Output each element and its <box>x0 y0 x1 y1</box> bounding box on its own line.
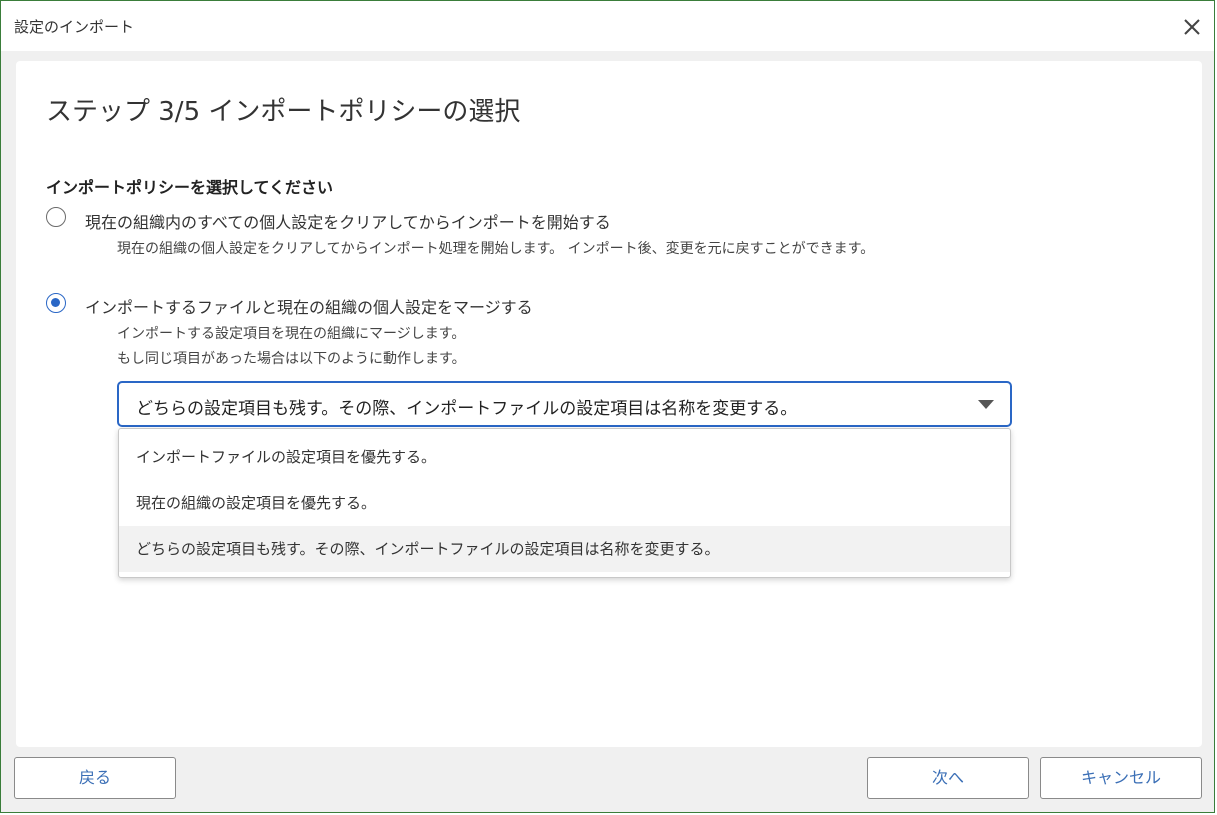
dialog-title: 設定のインポート <box>14 18 135 36</box>
option-clear-then-import-label[interactable]: 現在の組織内のすべての個人設定をクリアしてからインポートを開始する <box>85 209 611 233</box>
option-merge-settings-label[interactable]: インポートするファイルと現在の組織の個人設定をマージする <box>85 294 533 318</box>
merge-conflict-select-value: どちらの設定項目も残す。その際、インポートファイルの設定項目は名称を変更する。 <box>136 399 798 419</box>
merge-conflict-select[interactable]: どちらの設定項目も残す。その際、インポートファイルの設定項目は名称を変更する。 <box>117 381 1012 427</box>
radio-clear-then-import[interactable] <box>46 207 66 227</box>
chevron-down-icon[interactable] <box>978 400 994 409</box>
dropdown-option-prefer-import-file[interactable]: インポートファイルの設定項目を優先する。 <box>119 434 1010 480</box>
radio-selected-dot <box>51 298 60 307</box>
merge-conflict-dropdown-list: インポートファイルの設定項目を優先する。 現在の組織の設定項目を優先する。 どち… <box>118 428 1011 578</box>
close-icon[interactable] <box>1178 13 1206 41</box>
option-merge-description-line-1: インポートする設定項目を現在の組織にマージします。 <box>117 326 466 342</box>
dropdown-option-keep-both-rename[interactable]: どちらの設定項目も残す。その際、インポートファイルの設定項目は名称を変更する。 <box>119 526 1010 572</box>
close-button[interactable] <box>1178 13 1206 41</box>
import-policy-heading: インポートポリシーを選択してください <box>46 178 334 197</box>
step-title: ステップ 3/5 インポートポリシーの選択 <box>46 97 521 127</box>
option-merge-description-line-2: もし同じ項目があった場合は以下のように動作します。 <box>117 351 466 367</box>
wizard-content-panel: ステップ 3/5 インポートポリシーの選択 インポートポリシーを選択してください… <box>16 61 1202 747</box>
dropdown-option-prefer-current-org[interactable]: 現在の組織の設定項目を優先する。 <box>119 480 1010 526</box>
option-clear-then-import-description: 現在の組織の個人設定をクリアしてからインポート処理を開始します。 インポート後、… <box>117 241 875 257</box>
back-button[interactable]: 戻る <box>14 757 176 799</box>
import-settings-dialog: 設定のインポート ステップ 3/5 インポートポリシーの選択 インポートポリシー… <box>0 0 1215 813</box>
next-button[interactable]: 次へ <box>867 757 1029 799</box>
title-bar: 設定のインポート <box>1 1 1214 51</box>
cancel-button[interactable]: キャンセル <box>1040 757 1202 799</box>
radio-merge-settings[interactable] <box>46 293 66 313</box>
